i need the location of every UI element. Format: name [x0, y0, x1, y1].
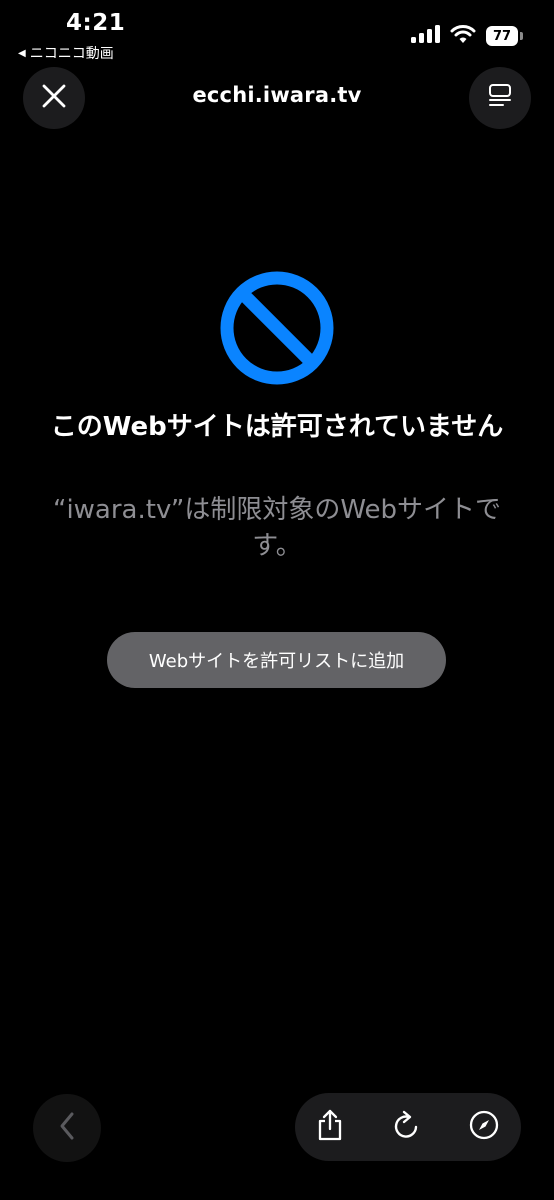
share-icon	[315, 1108, 345, 1146]
back-icon	[57, 1111, 77, 1145]
status-time: 4:21	[66, 10, 126, 36]
wifi-icon	[450, 24, 476, 48]
back-to-app[interactable]: ◀ ニコニコ動画	[18, 43, 114, 63]
add-to-allow-list-button[interactable]: Webサイトを許可リストに追加	[107, 632, 446, 688]
back-app-label: ニコニコ動画	[29, 46, 114, 62]
reader-button[interactable]	[469, 67, 531, 129]
compass-icon	[468, 1109, 500, 1145]
share-button[interactable]	[310, 1107, 350, 1147]
back-triangle-icon: ◀	[18, 47, 26, 59]
reload-icon	[391, 1109, 421, 1145]
status-icons: 77	[410, 24, 523, 48]
reader-icon	[487, 83, 513, 113]
bottom-toolbar	[295, 1093, 521, 1161]
back-button[interactable]	[33, 1094, 101, 1162]
blocked-icon	[219, 270, 335, 390]
reload-button[interactable]	[386, 1107, 426, 1147]
page-description: “iwara.tv”は制限対象のWebサイトです。	[52, 495, 502, 561]
battery-icon: 77	[486, 26, 523, 46]
battery-level: 77	[492, 28, 512, 44]
signal-icon	[410, 24, 440, 48]
compass-button[interactable]	[464, 1107, 504, 1147]
add-to-allow-list-label: Webサイトを許可リストに追加	[148, 651, 405, 672]
page-title: このWebサイトは許可されていません	[50, 412, 504, 442]
